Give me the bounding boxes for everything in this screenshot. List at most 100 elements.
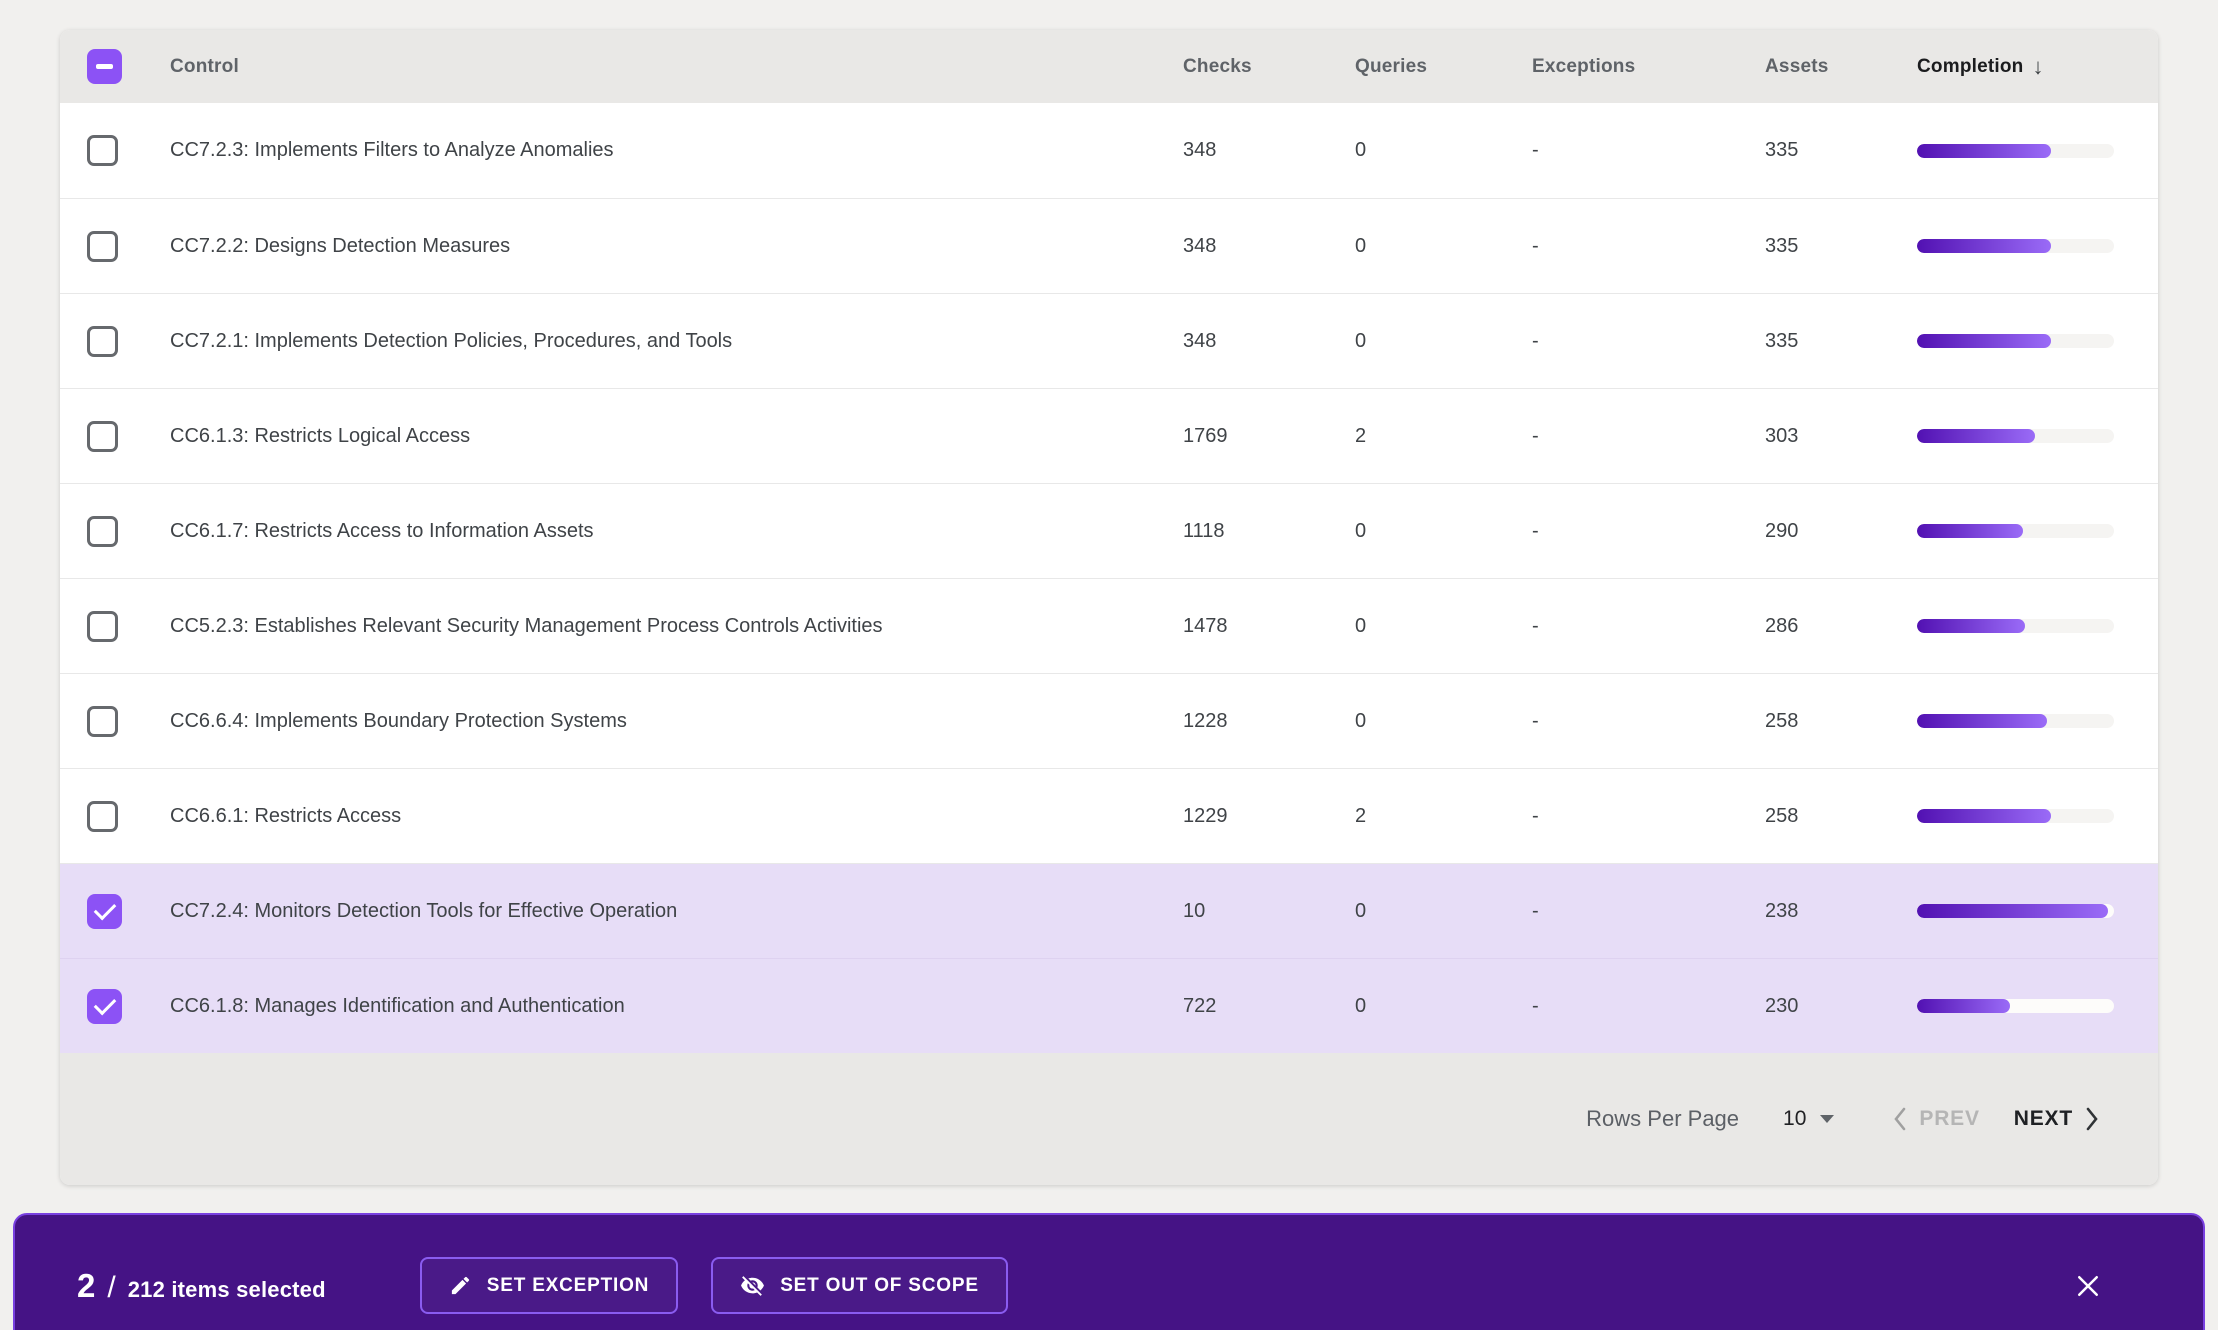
completion-bar-fill: [1917, 904, 2108, 918]
set-exception-label: SET EXCEPTION: [487, 1275, 649, 1297]
completion-bar-fill: [1917, 524, 2023, 538]
completion-bar: [1917, 334, 2114, 348]
row-checkbox[interactable]: [87, 706, 118, 737]
rows-per-page-label: Rows Per Page: [1586, 1106, 1739, 1132]
completion-bar: [1917, 999, 2114, 1013]
exceptions-value: -: [1532, 330, 1765, 353]
table-row[interactable]: CC6.6.4: Implements Boundary Protection …: [60, 673, 2158, 768]
column-header-checks[interactable]: Checks: [1183, 56, 1355, 78]
assets-value: 286: [1765, 615, 1917, 638]
selection-summary: 2 / 212 items selected: [77, 1267, 326, 1305]
row-checkbox[interactable]: [87, 421, 118, 452]
row-checkbox[interactable]: [87, 326, 118, 357]
checks-value: 1229: [1183, 805, 1355, 828]
table-row[interactable]: CC6.1.7: Restricts Access to Information…: [60, 483, 2158, 578]
checks-value: 10: [1183, 900, 1355, 923]
completion-bar-fill: [1917, 239, 2051, 253]
checks-value: 348: [1183, 330, 1355, 353]
row-checkbox[interactable]: [87, 801, 118, 832]
completion-bar-fill: [1917, 334, 2051, 348]
rows-per-page-select[interactable]: 10: [1783, 1107, 1834, 1131]
completion-bar: [1917, 524, 2114, 538]
close-icon: [2073, 1271, 2103, 1301]
column-header-control[interactable]: Control: [170, 56, 1183, 78]
selected-count: 2: [77, 1267, 95, 1305]
assets-value: 258: [1765, 710, 1917, 733]
items-selected-text: 212 items selected: [128, 1277, 326, 1303]
set-out-of-scope-button[interactable]: SET OUT OF SCOPE: [711, 1257, 1008, 1314]
control-name: CC5.2.3: Establishes Relevant Security M…: [170, 615, 1183, 638]
table-row[interactable]: CC5.2.3: Establishes Relevant Security M…: [60, 578, 2158, 673]
exceptions-value: -: [1532, 235, 1765, 258]
control-name: CC6.1.3: Restricts Logical Access: [170, 425, 1183, 448]
table-row[interactable]: CC7.2.4: Monitors Detection Tools for Ef…: [60, 863, 2158, 958]
exceptions-value: -: [1532, 995, 1765, 1018]
prev-page-button[interactable]: PREV: [1892, 1106, 1979, 1132]
next-label: NEXT: [2014, 1107, 2073, 1131]
rows-per-page-value: 10: [1783, 1107, 1806, 1131]
select-all-checkbox[interactable]: [87, 49, 122, 84]
exceptions-value: -: [1532, 425, 1765, 448]
chevron-left-icon: [1892, 1106, 1907, 1132]
checks-value: 348: [1183, 235, 1355, 258]
queries-value: 2: [1355, 805, 1532, 828]
completion-bar-fill: [1917, 619, 2025, 633]
next-page-button[interactable]: NEXT: [2014, 1106, 2100, 1132]
caret-down-icon: [1820, 1115, 1834, 1123]
queries-value: 0: [1355, 520, 1532, 543]
row-checkbox[interactable]: [87, 894, 122, 929]
assets-value: 335: [1765, 139, 1917, 162]
prev-label: PREV: [1919, 1107, 1979, 1131]
exceptions-value: -: [1532, 520, 1765, 543]
column-header-assets[interactable]: Assets: [1765, 56, 1917, 78]
pencil-icon: [449, 1274, 472, 1297]
completion-bar: [1917, 809, 2114, 823]
assets-value: 238: [1765, 900, 1917, 923]
completion-bar: [1917, 904, 2114, 918]
exceptions-value: -: [1532, 139, 1765, 162]
completion-bar: [1917, 144, 2114, 158]
control-name: CC6.1.8: Manages Identification and Auth…: [170, 995, 1183, 1018]
table-header-row: Control Checks Queries Exceptions Assets…: [60, 30, 2158, 103]
completion-bar-fill: [1917, 809, 2051, 823]
assets-value: 258: [1765, 805, 1917, 828]
checks-value: 348: [1183, 139, 1355, 162]
table-row[interactable]: CC6.6.1: Restricts Access 1229 2 - 258: [60, 768, 2158, 863]
close-selection-bar-button[interactable]: [2068, 1266, 2108, 1306]
queries-value: 0: [1355, 139, 1532, 162]
table-row[interactable]: CC7.2.2: Designs Detection Measures 348 …: [60, 198, 2158, 293]
column-header-completion[interactable]: Completion ↓: [1917, 56, 2158, 78]
control-name: CC7.2.3: Implements Filters to Analyze A…: [170, 139, 1183, 162]
row-checkbox[interactable]: [87, 989, 122, 1024]
row-checkbox[interactable]: [87, 516, 118, 547]
completion-bar-fill: [1917, 429, 2035, 443]
control-name: CC7.2.4: Monitors Detection Tools for Ef…: [170, 900, 1183, 923]
column-header-exceptions[interactable]: Exceptions: [1532, 56, 1765, 78]
assets-value: 335: [1765, 330, 1917, 353]
column-header-completion-label: Completion: [1917, 56, 2024, 78]
row-checkbox[interactable]: [87, 135, 118, 166]
queries-value: 0: [1355, 995, 1532, 1018]
sort-desc-arrow-icon: ↓: [2033, 56, 2044, 78]
column-header-queries[interactable]: Queries: [1355, 56, 1532, 78]
completion-bar: [1917, 239, 2114, 253]
queries-value: 0: [1355, 235, 1532, 258]
row-checkbox[interactable]: [87, 611, 118, 642]
set-exception-button[interactable]: SET EXCEPTION: [420, 1257, 678, 1314]
table-row[interactable]: CC6.1.3: Restricts Logical Access 1769 2…: [60, 388, 2158, 483]
assets-value: 335: [1765, 235, 1917, 258]
row-checkbox[interactable]: [87, 231, 118, 262]
assets-value: 290: [1765, 520, 1917, 543]
exceptions-value: -: [1532, 900, 1765, 923]
control-name: CC6.6.4: Implements Boundary Protection …: [170, 710, 1183, 733]
completion-bar-fill: [1917, 714, 2047, 728]
queries-value: 0: [1355, 615, 1532, 638]
checks-value: 1478: [1183, 615, 1355, 638]
table-row[interactable]: CC6.1.8: Manages Identification and Auth…: [60, 958, 2158, 1053]
completion-bar-fill: [1917, 144, 2051, 158]
control-name: CC7.2.2: Designs Detection Measures: [170, 235, 1183, 258]
table-row[interactable]: CC7.2.3: Implements Filters to Analyze A…: [60, 103, 2158, 198]
completion-bar: [1917, 714, 2114, 728]
table-row[interactable]: CC7.2.1: Implements Detection Policies, …: [60, 293, 2158, 388]
completion-bar: [1917, 619, 2114, 633]
